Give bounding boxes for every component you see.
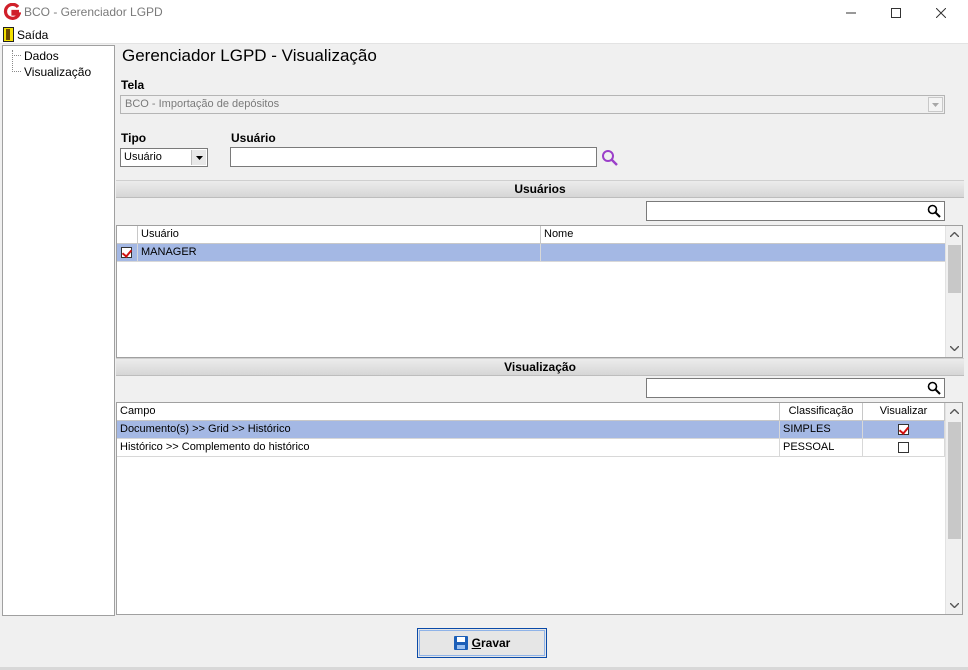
minimize-button[interactable] [828,0,874,25]
cell-nome [541,244,946,262]
chevron-up-icon[interactable] [946,403,962,420]
minimize-icon [846,12,856,13]
type-label: Tipo [121,131,147,145]
view-col-campo[interactable]: Campo [117,403,780,421]
chevron-down-icon[interactable] [946,340,962,357]
tree-item-dados[interactable]: Dados [24,49,59,63]
user-input[interactable] [230,147,597,167]
cell-classificacao: PESSOAL [780,439,863,457]
search-user-icon[interactable] [601,149,619,167]
search-icon[interactable] [927,204,941,218]
menu-exit[interactable]: Saída [17,28,48,42]
floppy-disk-icon [453,636,468,650]
title-bar: BCO - Gerenciador LGPD [0,0,968,25]
save-button[interactable]: Gravar [417,628,547,658]
visualizar-checkbox[interactable] [898,424,909,435]
chevron-down-icon[interactable] [946,597,962,614]
page-title: Gerenciador LGPD - Visualização [122,46,377,65]
save-button-label: Gravar [471,636,511,650]
screen-select-value: BCO - Importação de depósitos [125,98,280,110]
visualizar-checkbox[interactable] [898,442,909,453]
chevron-up-icon[interactable] [946,226,962,243]
screen-label: Tela [121,78,145,92]
cell-visualizar [863,421,945,439]
view-scrollbar[interactable] [945,403,962,614]
users-search-input[interactable] [646,201,945,221]
exit-door-icon[interactable] [3,27,14,42]
cell-campo: Documento(s) >> Grid >> Histórico [117,421,780,439]
view-col-visualizar[interactable]: Visualizar [863,403,945,421]
users-grid-check-header [117,226,138,244]
table-row[interactable]: MANAGER [117,244,946,262]
chevron-down-icon [928,97,943,112]
row-check-cell [117,244,138,262]
navigation-tree: Dados Visualização [2,45,115,616]
table-row[interactable]: Documento(s) >> Grid >> Histórico SIMPLE… [117,421,945,439]
users-col-usuario[interactable]: Usuário [138,226,541,244]
cell-campo: Histórico >> Complemento do histórico [117,439,780,457]
users-col-nome[interactable]: Nome [541,226,946,244]
view-search-input[interactable] [646,378,945,398]
chevron-down-icon [191,150,206,165]
view-grid: Campo Classificação Visualizar Documento… [116,402,963,615]
close-icon [936,7,946,18]
scroll-thumb[interactable] [948,422,961,539]
menu-bar: Saída [0,25,968,44]
cell-usuario: MANAGER [138,244,541,262]
users-scrollbar[interactable] [945,226,962,357]
tree-connector [12,55,21,56]
row-checkbox[interactable] [121,247,132,258]
view-col-classificacao[interactable]: Classificação [780,403,863,421]
user-label: Usuário [231,131,276,145]
tree-connector [12,50,13,72]
maximize-icon [891,7,901,18]
cell-visualizar [863,439,945,457]
tree-connector [12,71,21,72]
close-button[interactable] [918,0,964,25]
users-section-header: Usuários [116,180,964,198]
users-grid: Usuário Nome MANAGER [116,225,963,358]
maximize-button[interactable] [873,0,919,25]
view-section-header: Visualização [116,358,964,376]
scroll-thumb[interactable] [948,245,961,293]
app-logo-icon [3,3,21,20]
tree-item-visualizacao[interactable]: Visualização [24,65,91,79]
type-select[interactable]: Usuário [120,148,208,167]
window-title: BCO - Gerenciador LGPD [24,5,163,19]
table-row[interactable]: Histórico >> Complemento do histórico PE… [117,439,945,457]
search-icon[interactable] [927,381,941,395]
screen-select: BCO - Importação de depósitos [120,95,945,114]
type-select-value: Usuário [124,151,162,163]
cell-classificacao: SIMPLES [780,421,863,439]
